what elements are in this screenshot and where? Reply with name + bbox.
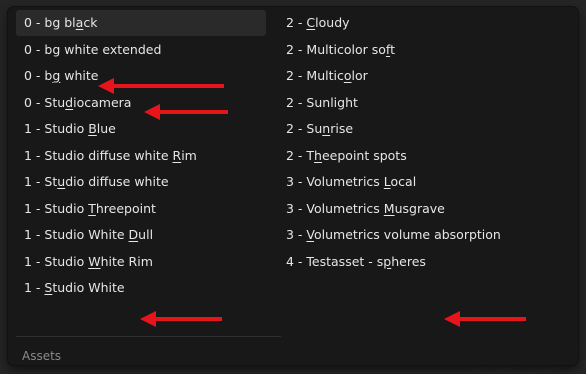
annotation-arrow-testasset-spheres xyxy=(444,311,526,327)
menu-item[interactable]: 3 - Volumetrics Local xyxy=(278,169,568,195)
menu-item-label: 0 - bg bl xyxy=(24,15,76,30)
menu-item-hotkey-letter: R xyxy=(172,147,182,163)
menu-item-label: 2 - Multic xyxy=(286,68,344,83)
menu-item-label-rest: loudy xyxy=(315,15,350,30)
assets-section-label: Assets xyxy=(22,349,62,363)
menu-item[interactable]: 3 - Volumetrics Musgrave xyxy=(278,196,568,222)
menu-item-hotkey-letter: D xyxy=(128,227,139,242)
menu-item-label-rest: usgrave xyxy=(394,200,445,216)
screenshot-frame: Assets 0 - bg black 0 - bg white extended… xyxy=(0,0,586,374)
menu-item[interactable]: 1 - Studio White xyxy=(16,275,266,301)
menu-item[interactable]: 1 - Studio White Rim xyxy=(16,249,266,275)
menu-item-label-rest: heres xyxy=(391,253,426,269)
menu-item-hotkey-letter: B xyxy=(88,121,97,136)
menu-item-hotkey-letter: L xyxy=(383,174,391,189)
menu-item-hotkey-letter: u xyxy=(57,174,66,189)
menu-item[interactable]: 3 - Volumetrics volume absorption xyxy=(278,222,568,248)
menu-item[interactable]: 2 - Cloudy xyxy=(278,10,568,36)
menu-item-label-rest: eepoint spots xyxy=(321,147,407,163)
menu-item-label: 1 - Studio diffuse white xyxy=(24,147,173,163)
menu-item[interactable]: 1 - Studio Threepoint xyxy=(16,196,266,222)
menu-item-label-rest: tudio White xyxy=(52,280,125,295)
menu-item-label-rest: ocal xyxy=(390,174,417,189)
menu-item-label-rest: hite Rim xyxy=(100,253,153,269)
menu-item-label: 3 - xyxy=(286,227,307,242)
menu-item[interactable]: 2 - Sunlight xyxy=(278,90,568,116)
menu-item-label: 1 - Studio White xyxy=(24,227,129,242)
menu-item-label: 1 - St xyxy=(24,174,58,189)
menu-item-label-rest: ull xyxy=(138,227,154,242)
menu-item-label: 0 - bg white extended xyxy=(24,41,162,57)
menu-item-hotkey-letter: o xyxy=(343,68,352,83)
menu-item[interactable]: 2 - Sunrise xyxy=(278,116,568,142)
menu-item[interactable]: 2 - Multicolor soft xyxy=(278,37,568,63)
menu-item-label-rest: rise xyxy=(330,121,354,136)
menu-item[interactable]: 1 - Studio White Dull xyxy=(16,222,266,248)
menu-item-label: 4 - Testasset - s xyxy=(286,253,384,269)
menu-item-label: 2 - Su xyxy=(286,121,323,136)
menu-item-hotkey-letter: C xyxy=(306,15,316,30)
menu-item[interactable]: 2 - Theepoint spots xyxy=(278,143,568,169)
menu-item-hotkey-letter: V xyxy=(306,227,315,242)
menu-item-hotkey-letter: d xyxy=(65,94,74,110)
menu-item-label: 3 - Volumetrics xyxy=(286,174,384,189)
menu-item-label-rest: im xyxy=(181,147,197,163)
menu-item-label: 1 - Studio xyxy=(24,253,89,269)
menu-item[interactable]: 1 - Studio diffuse white xyxy=(16,169,266,195)
menu-item-hotkey-letter: T xyxy=(88,200,96,216)
menu-item-label: 0 - b xyxy=(24,68,53,83)
menu-item[interactable]: 0 - bg white extended xyxy=(16,37,266,63)
menu-item-label-rest: lor xyxy=(351,68,368,83)
menu-item-label-rest: ck xyxy=(83,15,98,30)
menu-item-label-rest: t xyxy=(390,41,395,57)
menu-item-label-rest: iocamera xyxy=(73,94,132,110)
annotation-arrow-studiocamera xyxy=(144,104,228,120)
menu-separator xyxy=(16,336,281,337)
menu-item-label-rest: dio diffuse white xyxy=(65,174,169,189)
menu-item[interactable]: 0 - bg black xyxy=(16,10,266,36)
menu-item-label: 2 - Sunlight xyxy=(286,94,358,110)
menu-item-label: 1 - xyxy=(24,280,45,295)
menu-item-label: 1 - Studio xyxy=(24,200,89,216)
menu-item-label-rest: hreepoint xyxy=(95,200,156,216)
menu-item-hotkey-letter: M xyxy=(383,200,395,216)
menu-item-label: 0 - Stu xyxy=(24,94,66,110)
menu-item-label: 2 - T xyxy=(286,147,315,163)
menu-item[interactable]: 4 - Testasset - spheres xyxy=(278,249,568,275)
menu-item-hotkey-letter: h xyxy=(314,147,322,163)
menu-item-hotkey-letter: W xyxy=(88,253,101,269)
menu-item[interactable]: 1 - Studio diffuse white Rim xyxy=(16,143,266,169)
menu-item-label-rest: olumetrics volume absorption xyxy=(314,227,501,242)
menu-item-label: 1 - Studio xyxy=(24,121,89,136)
menu-item-label-rest: lue xyxy=(96,121,116,136)
menu-item[interactable]: 2 - Multicolor xyxy=(278,63,568,89)
annotation-arrow-bg-white xyxy=(98,78,224,94)
menu-item-label-rest: white xyxy=(60,68,99,83)
menu-item-label: 3 - Volumetrics xyxy=(286,200,384,216)
menu-item-label: 2 - xyxy=(286,15,307,30)
menu-item-label: 2 - Multicolor so xyxy=(286,41,386,57)
annotation-arrow-studio-white xyxy=(140,311,222,327)
